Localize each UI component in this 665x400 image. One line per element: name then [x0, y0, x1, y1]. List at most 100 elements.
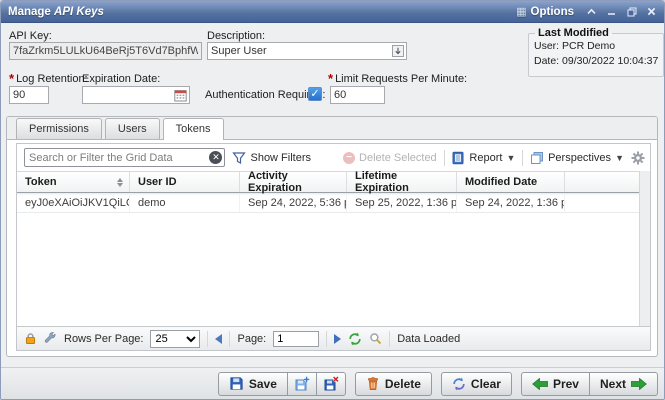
chevron-down-icon: ▼ [615, 153, 624, 163]
save-new-icon [294, 376, 310, 392]
cell-modified-date: Sep 24, 2022, 1:36 pm [457, 193, 565, 212]
cell-filler [565, 193, 639, 212]
toolbar-separator [444, 150, 445, 166]
collapse-button[interactable] [586, 6, 597, 17]
column-header-user-id[interactable]: User ID [130, 172, 240, 192]
perspectives-icon [530, 151, 544, 165]
delete-button[interactable]: Delete [355, 372, 432, 396]
save-icon [229, 376, 244, 391]
footer-separator [207, 331, 208, 347]
clear-button[interactable]: Clear [441, 372, 512, 396]
save-and-new-button[interactable] [287, 372, 317, 396]
calendar-icon [174, 89, 187, 102]
cell-token: eyJ0eXAiOiJKV1QiLCJ... [17, 193, 130, 212]
limit-rpm-field[interactable] [330, 86, 385, 104]
show-filters-button[interactable]: Show Filters [232, 151, 311, 165]
tab-permissions[interactable]: Permissions [16, 118, 102, 139]
expand-icon [392, 45, 404, 57]
grid-settings-button[interactable] [631, 151, 645, 165]
lock-button[interactable] [24, 332, 37, 345]
cell-activity-expiration: Sep 24, 2022, 5:36 pm [240, 193, 347, 212]
column-header-token[interactable]: Token [17, 172, 130, 192]
grid-header-row: Token User ID Activity Expiration Lifeti… [17, 171, 639, 193]
restore-button[interactable] [626, 6, 637, 17]
grid-search-wrap: ✕ [24, 148, 225, 167]
sort-icon[interactable] [117, 178, 123, 187]
close-icon [647, 7, 656, 16]
calendar-picker-button[interactable] [173, 88, 188, 102]
minus-circle-icon: − [343, 152, 355, 164]
prev-button[interactable]: Prev [521, 372, 590, 396]
column-header-lifetime-expiration[interactable]: Lifetime Expiration [347, 172, 457, 192]
manage-api-keys-window: Manage API Keys ▦ Options [0, 0, 665, 400]
refresh-icon [348, 332, 362, 346]
next-button[interactable]: Next [589, 372, 658, 396]
last-modified-date: Date: 09/30/2022 10:04:37 [534, 54, 658, 69]
wrench-icon [44, 332, 57, 345]
table-row[interactable]: eyJ0eXAiOiJKV1QiLCJ... demo Sep 24, 2022… [17, 193, 639, 213]
api-key-form: API Key: Description: Last Modified User… [1, 23, 665, 116]
page-number-input[interactable] [273, 331, 319, 347]
title-bar: Manage API Keys ▦ Options [1, 1, 664, 23]
column-header-filler [565, 172, 639, 192]
report-icon [451, 151, 465, 165]
delete-selected-button[interactable]: − Delete Selected [343, 152, 437, 164]
previous-page-arrow[interactable] [215, 334, 222, 344]
api-key-field[interactable] [9, 42, 202, 60]
required-marker: * [328, 71, 333, 86]
quick-search-button[interactable] [369, 332, 382, 345]
last-modified-user: User: PCR Demo [534, 39, 658, 54]
rows-per-page-select[interactable]: 25 [150, 330, 200, 348]
perspectives-button[interactable]: Perspectives ▼ [530, 151, 624, 165]
expand-description-button[interactable] [390, 44, 405, 58]
report-button[interactable]: Report ▼ [451, 151, 515, 165]
chevron-up-icon [587, 8, 596, 15]
clear-search-icon[interactable]: ✕ [209, 151, 222, 164]
log-retention-label: *Log Retention: [9, 73, 88, 85]
auth-required-checkbox[interactable]: ✓ [308, 87, 322, 101]
grid-toolbar: ✕ Show Filters − Delete Selected Repor [17, 144, 650, 171]
action-bar: Save Delete Clear Prev Next [1, 367, 664, 399]
window-title: Manage API Keys [8, 6, 104, 18]
footer-separator [229, 331, 230, 347]
tab-panel: Permissions Users Tokens ✕ Show Filters [6, 116, 658, 357]
rows-per-page-label: Rows Per Page: [64, 333, 143, 345]
log-retention-field[interactable] [9, 86, 49, 104]
tokens-tab-content: ✕ Show Filters − Delete Selected Repor [7, 140, 657, 356]
expiration-date-field[interactable] [83, 89, 173, 101]
minimize-button[interactable] [606, 6, 617, 17]
api-key-label: API Key: [9, 30, 52, 42]
description-label: Description: [207, 30, 265, 42]
arrow-right-icon [631, 378, 647, 390]
description-field-wrap [207, 42, 407, 60]
magnifier-icon [369, 332, 382, 345]
options-button[interactable]: ▦ Options [516, 5, 574, 18]
tab-tokens[interactable]: Tokens [163, 118, 224, 140]
restore-icon [627, 7, 637, 17]
required-marker: * [9, 71, 14, 86]
trash-icon [366, 376, 380, 391]
column-header-modified-date[interactable]: Modified Date [457, 172, 565, 192]
save-and-close-button[interactable] [316, 372, 346, 396]
chevron-down-icon: ▼ [506, 153, 515, 163]
next-page-arrow[interactable] [334, 334, 341, 344]
tab-users[interactable]: Users [105, 118, 160, 139]
column-header-activity-expiration[interactable]: Activity Expiration [240, 172, 347, 192]
lock-icon [24, 332, 37, 345]
grid-table: Token User ID Activity Expiration Lifeti… [17, 171, 639, 326]
description-field[interactable] [208, 45, 390, 57]
filter-funnel-icon [232, 151, 246, 165]
grid-footer: Rows Per Page: 25 Page: [17, 326, 650, 350]
tab-strip: Permissions Users Tokens [7, 117, 657, 140]
last-modified-fieldset: Last Modified User: PCR Demo Date: 09/30… [528, 27, 664, 77]
footer-separator [326, 331, 327, 347]
grid-scrollbar-gutter[interactable] [639, 171, 650, 326]
grid-main: Token User ID Activity Expiration Lifeti… [17, 171, 650, 326]
refresh-grid-button[interactable] [348, 332, 362, 346]
tools-button[interactable] [44, 332, 57, 345]
close-button[interactable] [646, 6, 657, 17]
tokens-grid: ✕ Show Filters − Delete Selected Repor [16, 143, 651, 351]
expiration-date-wrap [82, 86, 190, 104]
save-button[interactable]: Save [218, 372, 288, 396]
grid-search-input[interactable] [25, 152, 209, 164]
